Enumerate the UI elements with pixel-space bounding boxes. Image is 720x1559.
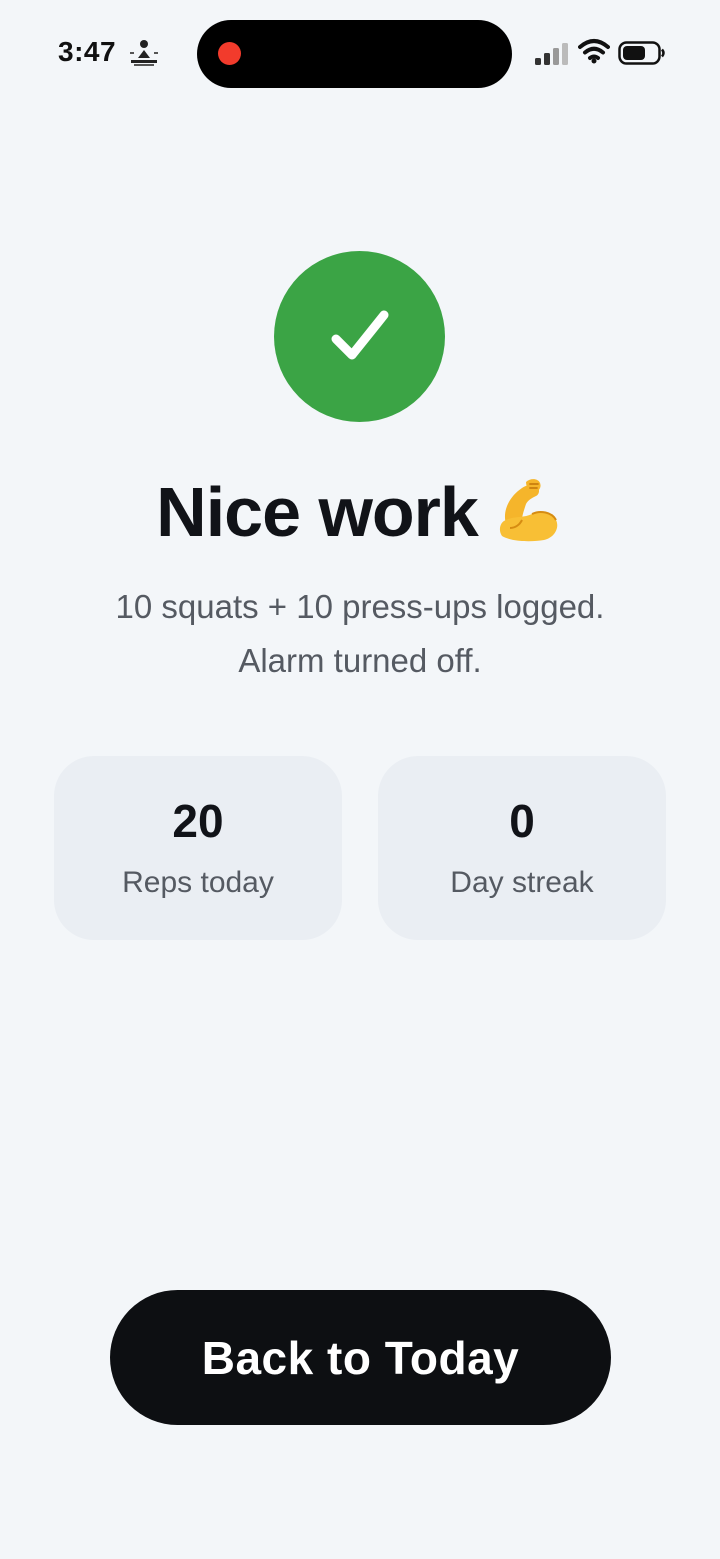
status-time: 3:47 [58,36,117,67]
page-title: Nice work [0,472,720,552]
page-title-text: Nice work [156,473,479,551]
stat-label-streak: Day streak [450,866,594,899]
flexed-biceps-icon [499,479,558,542]
completion-message-line2: Alarm turned off. [238,642,482,679]
completion-message-line1: 10 squats + 10 press-ups logged. [115,588,605,625]
success-badge [274,251,445,422]
activity-icon [130,40,158,66]
wifi-icon [578,39,610,64]
completion-message: 10 squats + 10 press-ups logged. Alarm t… [0,580,720,688]
exercise-complete-screen: 3:47 Nice work 10 squats + 10 press-ups … [0,0,720,1559]
stat-label-reps: Reps today [122,866,274,899]
stat-card-reps-today: 20 Reps today [54,756,342,940]
stat-value-reps: 20 [172,795,224,847]
battery-icon [618,41,665,65]
checkmark-icon [331,310,388,359]
signal-icon [535,43,568,65]
back-to-today-button[interactable]: Back to Today [110,1290,611,1425]
stat-value-streak: 0 [509,795,535,847]
recording-dot [218,42,241,65]
stat-card-day-streak: 0 Day streak [378,756,666,940]
dynamic-island [197,20,512,88]
